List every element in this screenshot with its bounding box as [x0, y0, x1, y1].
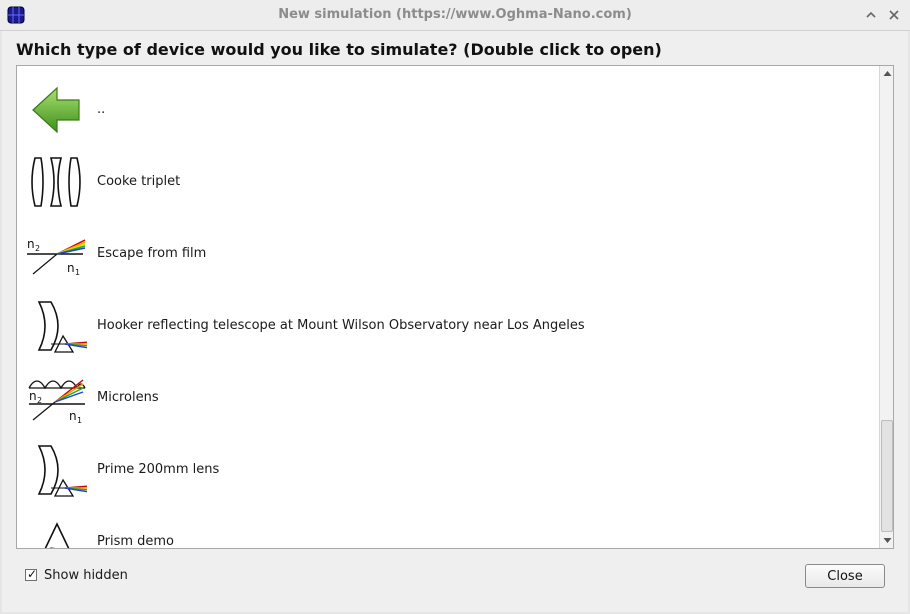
scroll-up-icon[interactable]	[883, 69, 892, 78]
list-item-label: Cooke triplet	[97, 174, 181, 189]
prism-icon	[44, 522, 70, 548]
list-item-prism-demo[interactable]: Prism demo	[17, 506, 877, 549]
dialog-heading: Which type of device would you like to s…	[16, 40, 662, 59]
list-item-microlens[interactable]: n 2 n 1 Microlens	[17, 362, 877, 434]
list-item-label: ..	[97, 102, 106, 117]
list-item-label: Hooker reflecting telescope at Mount Wil…	[97, 318, 585, 333]
svg-text:n: n	[67, 261, 75, 275]
list-item-label: Microlens	[97, 390, 159, 405]
check-mark-icon: ✓	[27, 567, 38, 581]
show-hidden-checkbox[interactable]: ✓	[25, 567, 38, 581]
vertical-scrollbar[interactable]	[879, 66, 893, 548]
refraction-film-icon: n 2 n 1	[27, 237, 86, 277]
list-item-label: Escape from film	[97, 246, 207, 261]
svg-text:1: 1	[77, 416, 82, 425]
list-item-hooker-telescope[interactable]: Hooker reflecting telescope at Mount Wil…	[17, 290, 877, 362]
list-item-label: Prism demo	[97, 534, 175, 549]
back-arrow-icon	[32, 86, 80, 134]
list-item-label: Prime 200mm lens	[97, 462, 220, 477]
scroll-down-icon[interactable]	[883, 536, 892, 545]
show-hidden-label[interactable]: Show hidden	[44, 568, 128, 583]
microlens-icon: n 2 n 1	[28, 379, 86, 425]
chevron-up-icon[interactable]	[864, 8, 878, 22]
mirror-prism-icon	[37, 445, 87, 497]
mirror-prism-icon	[37, 301, 87, 353]
window-title: New simulation (https://www.Oghma-Nano.c…	[278, 7, 632, 22]
svg-text:n: n	[29, 389, 37, 403]
close-icon[interactable]	[887, 8, 901, 22]
svg-text:n: n	[69, 409, 77, 423]
svg-text:2: 2	[35, 244, 40, 253]
title-bar: New simulation (https://www.Oghma-Nano.c…	[0, 0, 910, 31]
list-item-escape-from-film[interactable]: n 2 n 1 Escape from film	[17, 218, 877, 290]
svg-text:n: n	[27, 237, 35, 251]
list-item-cooke-triplet[interactable]: Cooke triplet	[17, 146, 877, 218]
list-item-back[interactable]: ..	[17, 74, 877, 146]
close-button[interactable]: Close	[805, 564, 885, 588]
svg-text:1: 1	[75, 268, 80, 277]
device-list[interactable]: .. Cooke triplet n 2 n 1 Escape from fil…	[16, 65, 894, 549]
list-item-prime-200mm-lens[interactable]: Prime 200mm lens	[17, 434, 877, 506]
scrollbar-thumb[interactable]	[881, 420, 893, 532]
lens-triplet-icon	[31, 157, 81, 207]
